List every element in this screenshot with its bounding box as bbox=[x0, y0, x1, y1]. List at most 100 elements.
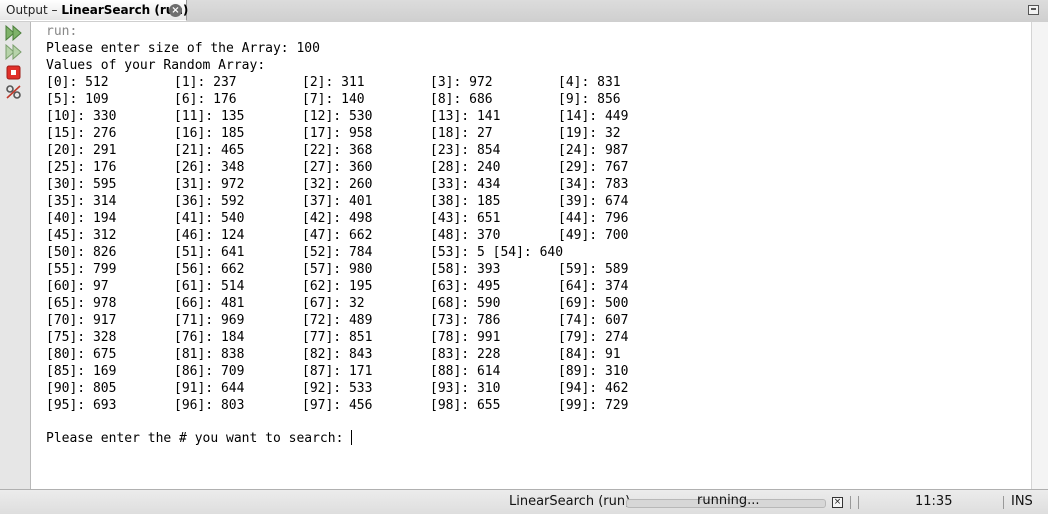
array-entry: [32]: 260 bbox=[302, 177, 373, 192]
array-entry: [84]: 91 bbox=[558, 347, 621, 362]
array-entry: [17]: 958 bbox=[302, 126, 373, 141]
array-entry: [22]: 368 bbox=[302, 143, 373, 158]
array-entry: [64]: 374 bbox=[558, 279, 629, 294]
array-entry: [99]: 729 bbox=[558, 398, 629, 413]
array-entry: [77]: 851 bbox=[302, 330, 373, 345]
array-entry: [74]: 607 bbox=[558, 313, 629, 328]
output-toolbar bbox=[0, 22, 31, 489]
array-entry: [11]: 135 bbox=[174, 109, 245, 124]
close-icon[interactable]: × bbox=[169, 4, 182, 17]
status-divider bbox=[850, 496, 851, 509]
array-entry: [31]: 972 bbox=[174, 177, 245, 192]
array-entry: [80]: 675 bbox=[46, 347, 117, 362]
search-prompt-line: Please enter the # you want to search: bbox=[46, 431, 352, 446]
array-entry: [70]: 917 bbox=[46, 313, 117, 328]
array-entry: [14]: 449 bbox=[558, 109, 629, 124]
array-entry: [41]: 540 bbox=[174, 211, 245, 226]
array-entry: [40]: 194 bbox=[46, 211, 117, 226]
array-entry: [50]: 826 bbox=[46, 245, 117, 260]
array-entry: [5]: 109 bbox=[46, 92, 109, 107]
array-entry: [43]: 651 bbox=[430, 211, 501, 226]
run-label: run: bbox=[46, 24, 78, 39]
array-entry: [42]: 498 bbox=[302, 211, 373, 226]
array-entry: [35]: 314 bbox=[46, 194, 117, 209]
array-entry: [37]: 401 bbox=[302, 194, 373, 209]
progress-text: running... bbox=[697, 493, 760, 508]
array-entry: [60]: 97 bbox=[46, 279, 109, 294]
array-entry: [66]: 481 bbox=[174, 296, 245, 311]
array-entry: [94]: 462 bbox=[558, 381, 629, 396]
array-entry: [10]: 330 bbox=[46, 109, 117, 124]
array-entry: [55]: 799 bbox=[46, 262, 117, 277]
array-entry: [68]: 590 bbox=[430, 296, 501, 311]
array-entry: [71]: 969 bbox=[174, 313, 245, 328]
array-entry: [24]: 987 bbox=[558, 143, 629, 158]
array-entry: [87]: 171 bbox=[302, 364, 373, 379]
rerun-with-options-icon[interactable] bbox=[5, 44, 23, 60]
stop-icon[interactable] bbox=[5, 65, 23, 81]
array-entry: [15]: 276 bbox=[46, 126, 117, 141]
array-entry: [8]: 686 bbox=[430, 92, 493, 107]
array-entry: [56]: 662 bbox=[174, 262, 245, 277]
array-entry: [97]: 456 bbox=[302, 398, 373, 413]
array-entry: [26]: 348 bbox=[174, 160, 245, 175]
array-entry: [76]: 184 bbox=[174, 330, 245, 345]
maximize-window-icon[interactable] bbox=[1028, 5, 1039, 15]
array-entry: [65]: 978 bbox=[46, 296, 117, 311]
array-entry: [21]: 465 bbox=[174, 143, 245, 158]
array-entry: [27]: 360 bbox=[302, 160, 373, 175]
running-task-name[interactable]: LinearSearch (run) bbox=[509, 494, 630, 509]
array-entry: [34]: 783 bbox=[558, 177, 629, 192]
output-tab-bar: Output – LinearSearch (run) × bbox=[0, 0, 1048, 23]
array-entry: [72]: 489 bbox=[302, 313, 373, 328]
array-entry: [83]: 228 bbox=[430, 347, 501, 362]
array-entry: [18]: 27 bbox=[430, 126, 493, 141]
array-entry: [45]: 312 bbox=[46, 228, 117, 243]
array-entry: [95]: 693 bbox=[46, 398, 117, 413]
array-entry: [63]: 495 bbox=[430, 279, 501, 294]
rerun-icon[interactable] bbox=[5, 25, 23, 41]
insert-mode-indicator: INS bbox=[1011, 494, 1033, 509]
array-entry: [36]: 592 bbox=[174, 194, 245, 209]
array-entry: [4]: 831 bbox=[558, 75, 621, 90]
values-label-line: Values of your Random Array: bbox=[46, 58, 266, 73]
array-entry: [67]: 32 bbox=[302, 296, 365, 311]
array-entry: [88]: 614 bbox=[430, 364, 501, 379]
array-entry: [61]: 514 bbox=[174, 279, 245, 294]
cancel-task-icon[interactable]: × bbox=[832, 497, 843, 508]
array-entry: [48]: 370 bbox=[430, 228, 501, 243]
array-entry: [12]: 530 bbox=[302, 109, 373, 124]
array-entry: [29]: 767 bbox=[558, 160, 629, 175]
array-entry: [13]: 141 bbox=[430, 109, 501, 124]
array-entry: [23]: 854 bbox=[430, 143, 501, 158]
array-entry: [93]: 310 bbox=[430, 381, 501, 396]
array-entry: [38]: 185 bbox=[430, 194, 501, 209]
array-entry: [20]: 291 bbox=[46, 143, 117, 158]
console-output[interactable]: run: Please enter size of the Array: 100… bbox=[31, 22, 1031, 489]
array-entry: [46]: 124 bbox=[174, 228, 245, 243]
array-entry: [98]: 655 bbox=[430, 398, 501, 413]
array-entry: [30]: 595 bbox=[46, 177, 117, 192]
settings-icon[interactable] bbox=[5, 84, 23, 100]
array-entry: [53]: 5 [54]: 640 bbox=[430, 245, 564, 260]
array-entry: [86]: 709 bbox=[174, 364, 245, 379]
array-entry: [62]: 195 bbox=[302, 279, 373, 294]
array-entry: [96]: 803 bbox=[174, 398, 245, 413]
text-cursor bbox=[351, 430, 352, 445]
array-entry: [6]: 176 bbox=[174, 92, 237, 107]
caret-position: 11:35 bbox=[915, 494, 953, 509]
array-entry: [79]: 274 bbox=[558, 330, 629, 345]
array-entry: [33]: 434 bbox=[430, 177, 501, 192]
array-entry: [81]: 838 bbox=[174, 347, 245, 362]
array-entry: [7]: 140 bbox=[302, 92, 365, 107]
array-entry: [69]: 500 bbox=[558, 296, 629, 311]
array-entry: [59]: 589 bbox=[558, 262, 629, 277]
array-entry: [89]: 310 bbox=[558, 364, 629, 379]
array-entry: [92]: 533 bbox=[302, 381, 373, 396]
array-entry: [0]: 512 bbox=[46, 75, 109, 90]
array-entry: [75]: 328 bbox=[46, 330, 117, 345]
vertical-scrollbar[interactable] bbox=[1031, 22, 1048, 489]
array-entry: [2]: 311 bbox=[302, 75, 365, 90]
tab-output-linearsearch[interactable]: Output – LinearSearch (run) × bbox=[0, 0, 188, 21]
array-entry: [9]: 856 bbox=[558, 92, 621, 107]
